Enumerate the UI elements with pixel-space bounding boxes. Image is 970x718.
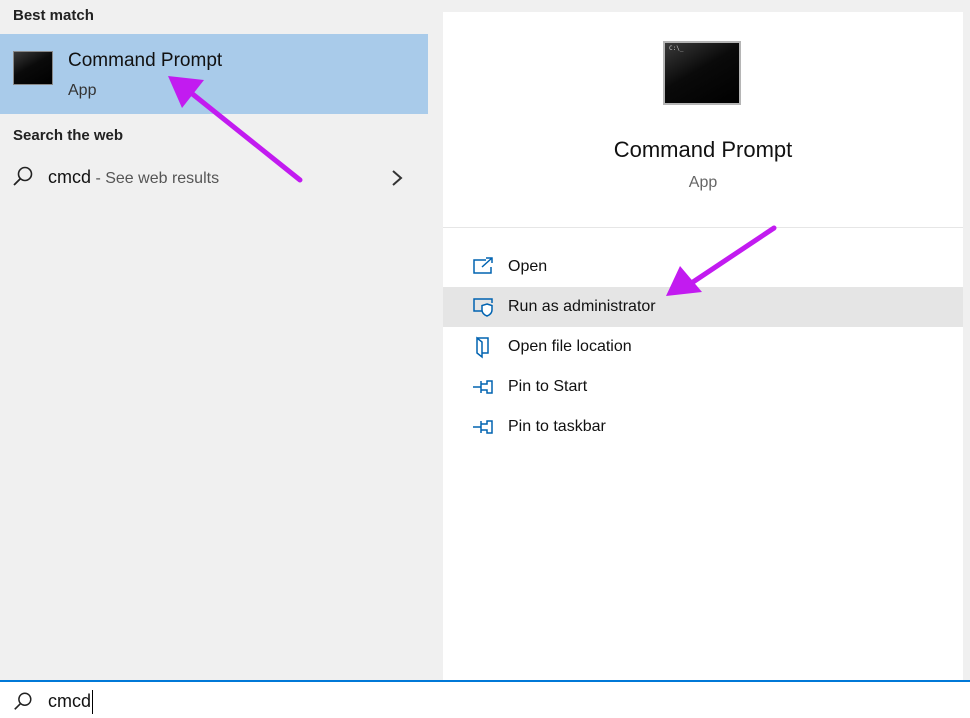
annotation-arrow-left (168, 76, 303, 183)
best-match-heading: Best match (13, 7, 94, 24)
action-pin-to-taskbar[interactable]: Pin to taskbar (443, 407, 963, 447)
text-caret (92, 690, 93, 714)
app-preview: Command Prompt App (443, 12, 963, 228)
search-web-heading: Search the web (13, 127, 124, 144)
search-input[interactable] (48, 688, 448, 714)
search-icon (13, 166, 33, 186)
action-pin-to-taskbar-label: Pin to taskbar (508, 418, 606, 435)
pin-icon (473, 420, 493, 434)
command-prompt-icon (13, 51, 53, 85)
preview-app-name: Command Prompt (613, 137, 793, 162)
action-pin-to-start[interactable]: Pin to Start (443, 367, 963, 407)
best-match-type: App (68, 82, 97, 99)
folder-icon (476, 336, 489, 359)
pin-icon (473, 380, 493, 394)
action-open-file-location-label: Open file location (508, 338, 632, 355)
best-match-name: Command Prompt (68, 50, 223, 71)
action-open-file-location[interactable]: Open file location (443, 327, 963, 367)
preview-pane: Command Prompt App Open Run as administr… (443, 12, 963, 680)
command-prompt-large-icon (663, 41, 741, 105)
web-query: cmcd (48, 167, 92, 187)
action-run-as-administrator-label: Run as administrator (508, 298, 656, 315)
shield-icon (473, 298, 493, 317)
action-pin-to-start-label: Pin to Start (508, 378, 588, 395)
annotation-arrow-right (666, 225, 777, 296)
search-bar[interactable] (0, 680, 970, 718)
preview-app-type: App (688, 174, 718, 191)
search-icon (14, 692, 32, 710)
action-open-label: Open (508, 258, 548, 275)
chevron-right-icon[interactable] (390, 168, 404, 188)
open-icon (473, 257, 493, 274)
